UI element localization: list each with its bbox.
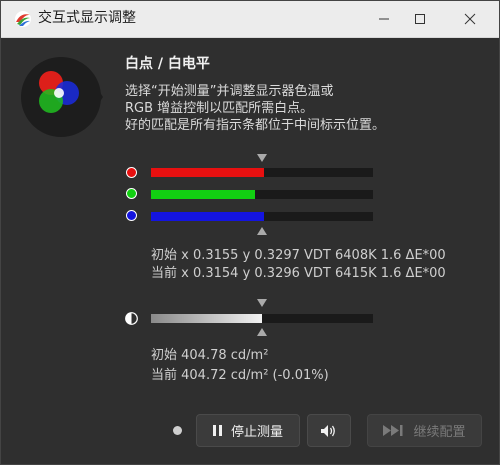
- title-bar: 交互式显示调整: [1, 1, 499, 38]
- app-window: 交互式显示调整 白点 / 白电平 选择“开始测量”并调整显示器色温或 RGB 增…: [0, 0, 500, 465]
- initial-whitepoint-readout: 初始 x 0.3155 y 0.3297 VDT 6408K 1.6 ΔE*00: [151, 248, 446, 263]
- sound-toggle-button[interactable]: [307, 414, 351, 447]
- red-gain-fill: [151, 168, 264, 177]
- luminance-target-marker-top: [257, 299, 267, 307]
- rgb-logo-icon: [21, 57, 103, 137]
- current-whitepoint-readout: 当前 x 0.3154 y 0.3296 VDT 6415K 1.6 ΔE*00: [151, 266, 446, 281]
- stop-measurement-label: 停止测量: [230, 425, 283, 440]
- section-title: 白点 / 白电平: [125, 56, 210, 72]
- pause-icon: [212, 425, 223, 436]
- luminance-target-marker-bottom: [257, 328, 267, 336]
- app-logo-icon: [15, 11, 31, 27]
- instruction-line: 好的匹配是所有指示条都位于中间标示位置。: [125, 118, 386, 133]
- instruction-line: RGB 增益控制以匹配所需白点。: [125, 101, 314, 116]
- rgb-target-marker-bottom: [257, 227, 267, 235]
- minimize-icon: [379, 18, 389, 20]
- measurement-status-indicator: [173, 426, 182, 435]
- luminance-bar: [151, 314, 373, 323]
- speaker-icon: [321, 424, 335, 437]
- stop-measurement-button[interactable]: 停止测量: [196, 414, 300, 447]
- current-luminance-readout: 当前 404.72 cd/m² (-0.01%): [151, 368, 329, 383]
- blue-channel-dot: [126, 210, 137, 221]
- luminance-fill: [151, 314, 262, 323]
- red-channel-dot: [126, 167, 137, 178]
- maximize-button[interactable]: [397, 1, 443, 37]
- maximize-icon: [415, 14, 425, 24]
- window-title: 交互式显示调整: [38, 10, 136, 26]
- close-icon: [464, 13, 476, 25]
- continue-configuration-button[interactable]: 继续配置: [367, 414, 482, 447]
- initial-luminance-readout: 初始 404.78 cd/m²: [151, 348, 269, 363]
- green-gain-bar: [151, 190, 373, 199]
- contrast-icon: [125, 312, 138, 325]
- continue-configuration-label: 继续配置: [413, 425, 466, 440]
- red-gain-bar: [151, 168, 373, 177]
- blue-gain-fill: [151, 212, 264, 221]
- green-gain-fill: [151, 190, 255, 199]
- blue-gain-bar: [151, 212, 373, 221]
- close-button[interactable]: [447, 1, 493, 37]
- rgb-target-marker-top: [257, 154, 267, 162]
- green-channel-dot: [126, 188, 137, 199]
- instruction-line: 选择“开始测量”并调整显示器色温或: [125, 84, 334, 99]
- instructions: 选择“开始测量”并调整显示器色温或 RGB 增益控制以匹配所需白点。 好的匹配是…: [125, 83, 475, 134]
- skip-forward-icon: [383, 425, 405, 436]
